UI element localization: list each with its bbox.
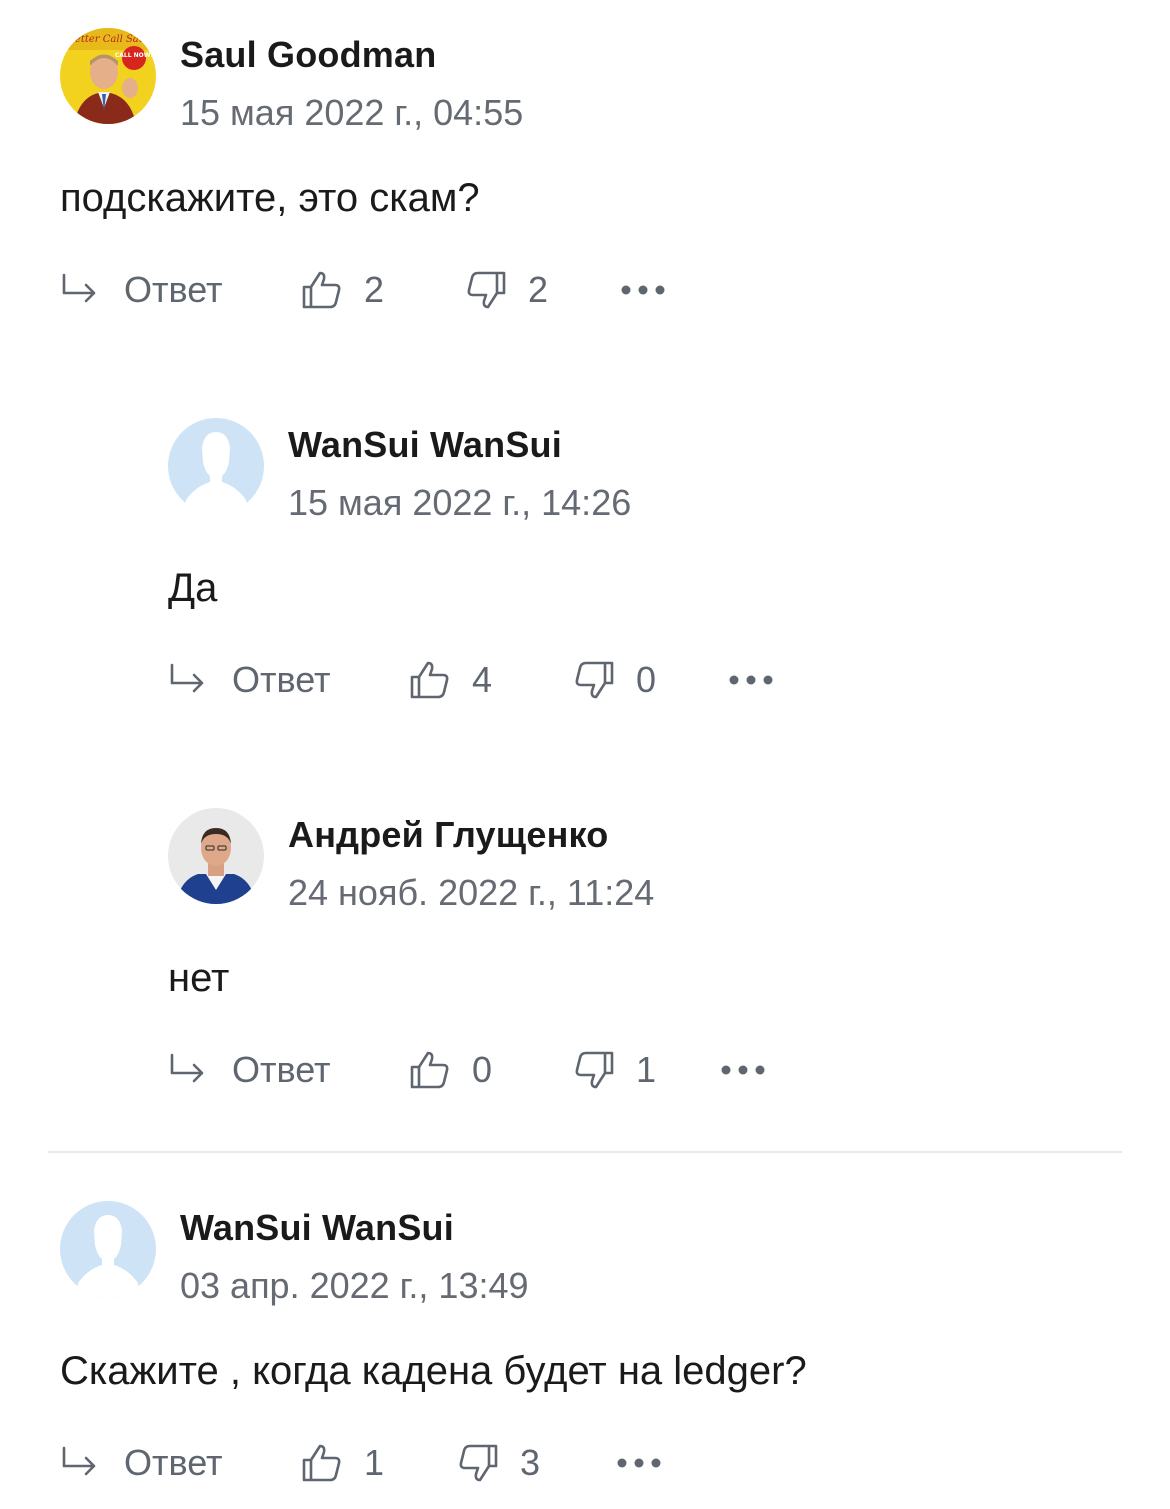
reply-arrow-icon <box>62 273 96 303</box>
thumbs-down-icon <box>459 1444 498 1482</box>
author-name[interactable]: Андрей Глущенко <box>288 814 608 856</box>
avatar-badge-text: CALL NOW! <box>115 52 153 59</box>
author-name[interactable]: WanSui WanSui <box>288 424 562 466</box>
reply-label: Ответ <box>124 1442 223 1483</box>
like-button[interactable]: 0 <box>408 1048 492 1092</box>
comment-actions: Ответ 1 3 <box>60 1441 860 1485</box>
default-person-avatar <box>168 418 264 514</box>
more-options-button[interactable] <box>616 1441 662 1485</box>
reply-arrow-icon <box>170 663 204 693</box>
thumbs-down-icon <box>575 1051 614 1089</box>
reply-button[interactable]: Ответ <box>168 658 331 702</box>
reply-label: Ответ <box>232 659 331 700</box>
comment-date: 15 мая 2022 г., 04:55 <box>180 92 524 133</box>
comment-actions: Ответ 2 2 <box>60 268 860 312</box>
avatar[interactable]: Better Call Saul CALL NOW! <box>60 28 156 124</box>
comment-date: 15 мая 2022 г., 14:26 <box>288 482 632 523</box>
photo-avatar-saul: Better Call Saul CALL NOW! <box>60 28 156 124</box>
dislike-button[interactable]: 0 <box>572 658 656 702</box>
reply-button[interactable]: Ответ <box>168 1048 331 1092</box>
reply-label: Ответ <box>232 1049 331 1090</box>
more-dots-icon <box>621 285 665 295</box>
dislike-button[interactable]: 2 <box>464 268 548 312</box>
comment-text: Скажите , когда кадена будет на ledger? <box>60 1349 807 1393</box>
dislike-button[interactable]: 3 <box>456 1441 540 1485</box>
like-button[interactable]: 2 <box>300 268 384 312</box>
comment-text: нет <box>168 956 230 1000</box>
thumbs-up-icon <box>302 1444 341 1482</box>
like-button[interactable]: 4 <box>408 658 492 702</box>
thumbs-up-icon <box>410 661 449 699</box>
avatar[interactable] <box>168 808 264 904</box>
author-name[interactable]: Saul Goodman <box>180 34 436 76</box>
comment-text: подскажите, это скам? <box>60 176 480 220</box>
more-dots-icon <box>729 675 773 685</box>
like-count: 2 <box>364 269 385 310</box>
more-options-button[interactable] <box>728 658 774 702</box>
dislike-button[interactable]: 1 <box>572 1048 656 1092</box>
reply-label: Ответ <box>124 269 223 310</box>
reply-button[interactable]: Ответ <box>60 1441 223 1485</box>
reply-arrow-icon <box>170 1053 204 1083</box>
like-button[interactable]: 1 <box>300 1441 384 1485</box>
reply-arrow-icon <box>62 1446 96 1476</box>
dislike-count: 0 <box>636 659 657 700</box>
reply-button[interactable]: Ответ <box>60 268 223 312</box>
thumbs-up-icon <box>302 271 341 309</box>
dislike-count: 1 <box>636 1049 657 1090</box>
comment-divider <box>48 1151 1122 1153</box>
more-options-button[interactable] <box>720 1048 766 1092</box>
author-name[interactable]: WanSui WanSui <box>180 1207 454 1249</box>
more-options-button[interactable] <box>620 268 666 312</box>
avatar[interactable] <box>60 1201 156 1297</box>
thumbs-down-icon <box>575 661 614 699</box>
comment-date: 03 апр. 2022 г., 13:49 <box>180 1265 529 1306</box>
comment-actions: Ответ 0 1 <box>168 1048 968 1092</box>
avatar-banner-text: Better Call Saul <box>67 34 149 45</box>
dislike-count: 3 <box>520 1442 541 1483</box>
photo-avatar-andrey <box>168 808 264 904</box>
default-person-avatar <box>60 1201 156 1297</box>
comment-text: Да <box>168 566 218 610</box>
comment-actions: Ответ 4 0 <box>168 658 968 702</box>
more-dots-icon <box>721 1065 765 1075</box>
like-count: 4 <box>472 659 493 700</box>
comment-date: 24 нояб. 2022 г., 11:24 <box>288 872 655 913</box>
dislike-count: 2 <box>528 269 549 310</box>
avatar[interactable] <box>168 418 264 514</box>
like-count: 1 <box>364 1442 385 1483</box>
thumbs-down-icon <box>467 271 506 309</box>
thumbs-up-icon <box>410 1051 449 1089</box>
more-dots-icon <box>617 1458 661 1468</box>
like-count: 0 <box>472 1049 493 1090</box>
